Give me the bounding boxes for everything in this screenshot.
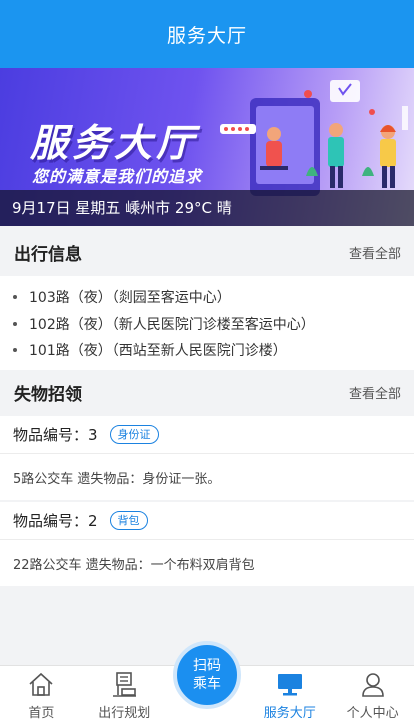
banner[interactable]: 服务大厅 您的满意是我们的追求 9月17日 星期五 嵊州市 29°C 晴 — [0, 68, 414, 226]
trip-route-label: 102路（夜）（新人民医院门诊楼至客运中心） — [29, 316, 315, 333]
home-icon — [29, 672, 53, 696]
lost-view-all-link[interactable]: 查看全部 — [349, 383, 401, 402]
trip-section-header: 出行信息 查看全部 — [0, 228, 414, 276]
lost-item-tag: 背包 — [109, 511, 148, 530]
lost-item-number: 物品编号：3 — [13, 426, 98, 444]
list-item[interactable]: 101路（夜）（西站至新人民医院门诊楼） — [0, 337, 414, 364]
banner-title: 服务大厅 — [30, 121, 199, 165]
bullet-icon — [13, 295, 17, 300]
lost-item-header: 物品编号：2 背包 — [0, 502, 414, 540]
tab-profile-label: 个人中心 — [346, 706, 399, 721]
bus-stop-icon — [113, 672, 137, 697]
tab-trip-planning[interactable]: 出行规划 — [83, 666, 166, 723]
lost-item-number: 物品编号：2 — [13, 512, 98, 530]
trip-view-all-link[interactable]: 查看全部 — [349, 243, 401, 262]
list-item[interactable]: 102路（夜）（新人民医院门诊楼至客运中心） — [0, 311, 414, 338]
bullet-icon — [13, 321, 17, 326]
banner-subtitle: 您的满意是我们的追求 — [32, 167, 203, 186]
tab-profile[interactable]: 个人中心 — [331, 666, 414, 723]
banner-illustration — [220, 80, 408, 196]
trip-route-label: 103路（夜）（剡园至客运中心） — [29, 290, 231, 307]
lost-section-header: 失物招领 查看全部 — [0, 368, 414, 416]
scan-ride-label-line1: 扫码 — [193, 658, 221, 674]
weather-info: 9月17日 星期五 嵊州市 29°C 晴 — [0, 190, 414, 226]
lost-item-description: 22路公交车 遗失物品：一个布料双肩背包 — [13, 557, 255, 573]
scan-ride-label-line2: 乘车 — [193, 676, 221, 692]
lost-item-header: 物品编号：3 身份证 — [0, 416, 414, 454]
lost-item-card[interactable]: 物品编号：2 背包 22路公交车 遗失物品：一个布料双肩背包 — [0, 502, 414, 586]
list-item[interactable]: 103路（夜）（剡园至客运中心） — [0, 284, 414, 311]
tab-service-hall-label: 服务大厅 — [263, 706, 316, 721]
trip-list: 103路（夜）（剡园至客运中心） 102路（夜）（新人民医院门诊楼至客运中心） … — [0, 276, 414, 370]
lost-item-description: 5路公交车 遗失物品：身份证一张。 — [13, 471, 221, 487]
lost-item-tag: 身份证 — [109, 425, 159, 444]
trip-route-label: 101路（夜）（西站至新人民医院门诊楼） — [29, 343, 287, 360]
app-header: 服务大厅 — [0, 0, 414, 68]
scan-ride-button[interactable]: 扫码 乘车 — [173, 641, 241, 709]
tab-trip-planning-label: 出行规划 — [98, 706, 151, 721]
user-icon — [361, 673, 384, 697]
lost-section-title: 失物招领 — [14, 384, 82, 405]
tab-home-label: 首页 — [28, 706, 55, 721]
bullet-icon — [13, 348, 17, 353]
tab-service-hall[interactable]: 服务大厅 — [248, 666, 331, 723]
page-title: 服务大厅 — [166, 24, 247, 47]
monitor-icon — [277, 674, 302, 696]
lost-item-card[interactable]: 物品编号：3 身份证 5路公交车 遗失物品：身份证一张。 — [0, 416, 414, 500]
trip-section-title: 出行信息 — [14, 244, 82, 265]
tab-home[interactable]: 首页 — [0, 666, 83, 723]
